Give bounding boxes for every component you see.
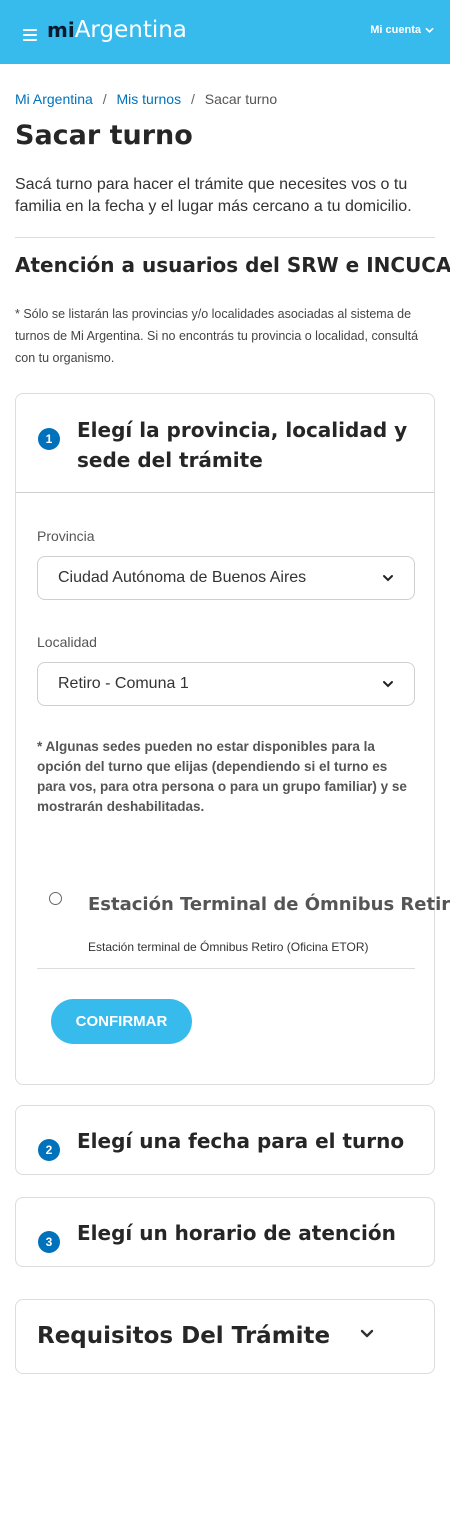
breadcrumb: Mi Argentina / Mis turnos / Sacar turno [15, 91, 277, 107]
sede-name[interactable]: Estación Terminal de Ómnibus Retiro [88, 894, 450, 915]
top-navbar: miArgentina Mi cuenta [0, 0, 450, 64]
breadcrumb-separator: / [102, 91, 107, 107]
sede-detail: Estación terminal de Ómnibus Retiro (Ofi… [88, 940, 369, 954]
sedes-disclaimer: * Algunas sedes pueden no estar disponib… [37, 739, 407, 814]
logo-mi: mi [47, 18, 75, 42]
logo-argentina: Argentina [74, 17, 187, 43]
step-number-badge: 3 [38, 1231, 60, 1253]
step-2-card[interactable]: 2 Elegí una fecha para el turno [15, 1105, 435, 1175]
mi-argentina-logo[interactable]: miArgentina [47, 17, 187, 43]
step-3-title: Elegí un horario de atención [77, 1221, 396, 1245]
account-label: Mi cuenta [370, 24, 421, 36]
localidad-value: Retiro - Comuna 1 [58, 675, 189, 692]
province-note: * Sólo se listarán las provincias y/o lo… [15, 307, 419, 365]
breadcrumb-separator: / [190, 91, 195, 107]
page-title: Sacar turno [15, 120, 193, 151]
requisitos-title: Requisitos Del Trámite [37, 1323, 331, 1349]
chevron-down-icon [383, 681, 393, 688]
step-1-card: 1 Elegí la provincia, localidad y sede d… [15, 393, 450, 1085]
divider [37, 968, 415, 969]
page-intro: Sacá turno para hacer el trámite que nec… [15, 176, 412, 215]
localidad-select[interactable]: Retiro - Comuna 1 [37, 662, 415, 706]
service-subtitle: Atención a usuarios del SRW e INCUCAI [15, 253, 450, 277]
breadcrumb-home[interactable]: Mi Argentina [15, 91, 93, 107]
account-menu[interactable]: Mi cuenta [370, 24, 434, 36]
chevron-down-icon [425, 27, 434, 33]
confirm-button[interactable]: CONFIRMAR [51, 999, 192, 1044]
divider [15, 237, 435, 238]
chevron-down-icon[interactable] [359, 1326, 375, 1342]
provincia-select[interactable]: Ciudad Autónoma de Buenos Aires [37, 556, 415, 600]
step-3-card[interactable]: 3 Elegí un horario de atención [15, 1197, 435, 1267]
breadcrumb-mis-turnos[interactable]: Mis turnos [117, 91, 182, 107]
hamburger-icon[interactable] [23, 29, 37, 41]
step-1-title: Elegí la provincia, localidad y sede del… [77, 418, 408, 472]
sede-radio[interactable] [49, 892, 62, 905]
breadcrumb-current: Sacar turno [204, 91, 278, 107]
localidad-label: Localidad [37, 634, 97, 650]
requisitos-accordion[interactable]: Requisitos Del Trámite [15, 1299, 435, 1374]
provincia-value: Ciudad Autónoma de Buenos Aires [58, 569, 307, 586]
chevron-down-icon [383, 575, 393, 582]
provincia-label: Provincia [37, 528, 95, 544]
divider [16, 492, 434, 493]
step-number-badge: 2 [38, 1139, 60, 1161]
step-number-badge: 1 [38, 428, 60, 450]
step-2-title: Elegí una fecha para el turno [77, 1129, 405, 1153]
